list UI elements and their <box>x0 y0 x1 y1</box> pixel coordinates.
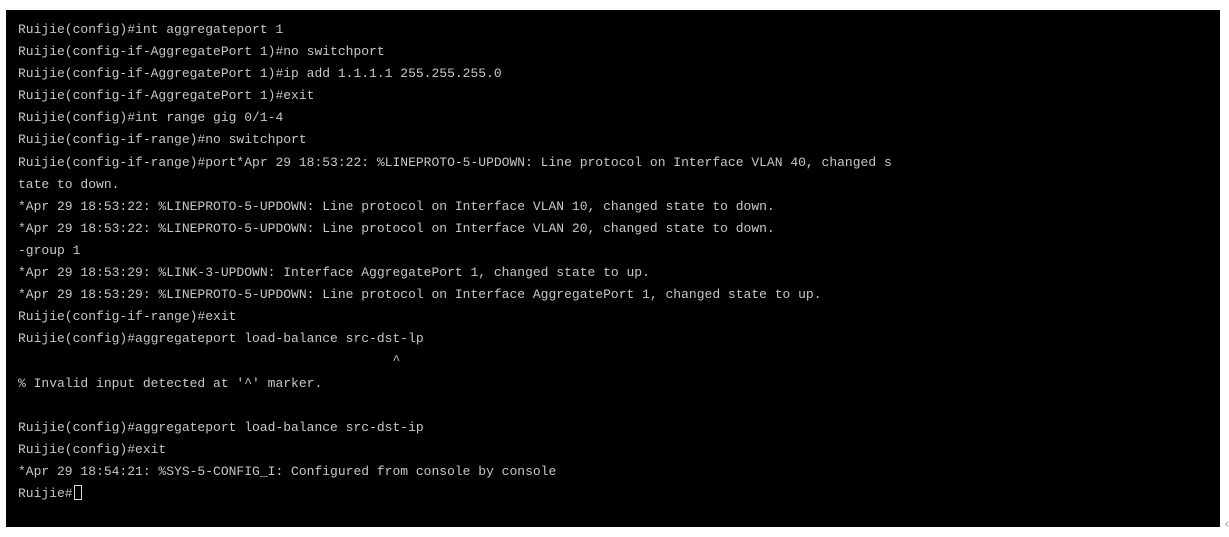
terminal-line: *Apr 29 18:53:29: %LINEPROTO-5-UPDOWN: L… <box>18 287 822 303</box>
terminal-line: Ruijie(config)#aggregateport load-balanc… <box>18 331 424 347</box>
terminal-line: Ruijie(config)#int range gig 0/1-4 <box>18 110 284 126</box>
edge-chevron-icon: ‹ <box>1224 517 1229 531</box>
terminal-line: Ruijie(config-if-range)#exit <box>18 309 237 325</box>
terminal-output: Ruijie(config)#int aggregateport 1 Ruiji… <box>18 19 1212 505</box>
command-prompt-line[interactable]: Ruijie# <box>18 483 1212 505</box>
terminal-line: *Apr 29 18:54:21: %SYS-5-CONFIG_I: Confi… <box>18 463 557 479</box>
terminal-line: Ruijie(config)#exit <box>18 441 167 457</box>
terminal-window[interactable]: Ruijie(config)#int aggregateport 1 Ruiji… <box>6 10 1220 527</box>
terminal-line: tate to down. <box>18 176 120 192</box>
terminal-line: Ruijie(config)#int aggregateport 1 <box>18 22 284 37</box>
terminal-line: *Apr 29 18:53:22: %LINEPROTO-5-UPDOWN: L… <box>18 220 775 236</box>
command-prompt: Ruijie# <box>18 485 73 501</box>
terminal-line: *Apr 29 18:53:29: %LINK-3-UPDOWN: Interf… <box>18 265 650 281</box>
terminal-line: *Apr 29 18:53:22: %LINEPROTO-5-UPDOWN: L… <box>18 198 775 214</box>
error-message-line: % Invalid input detected at '^' marker. <box>18 375 323 391</box>
terminal-line: Ruijie(config-if-AggregatePort 1)#no swi… <box>18 44 385 60</box>
terminal-line: -group 1 <box>18 242 81 258</box>
screenshot-page: Ruijie(config)#int aggregateport 1 Ruiji… <box>0 0 1229 537</box>
terminal-line: Ruijie(config-if-AggregatePort 1)#exit <box>18 88 315 104</box>
text-cursor <box>73 484 82 500</box>
terminal-line: Ruijie(config-if-range)#no switchport <box>18 132 307 148</box>
terminal-line: Ruijie(config-if-AggregatePort 1)#ip add… <box>18 66 502 82</box>
error-caret-line: ^ <box>18 353 401 369</box>
terminal-line: Ruijie(config)#aggregateport load-balanc… <box>18 419 424 435</box>
terminal-line: Ruijie(config-if-range)#port*Apr 29 18:5… <box>18 154 892 170</box>
